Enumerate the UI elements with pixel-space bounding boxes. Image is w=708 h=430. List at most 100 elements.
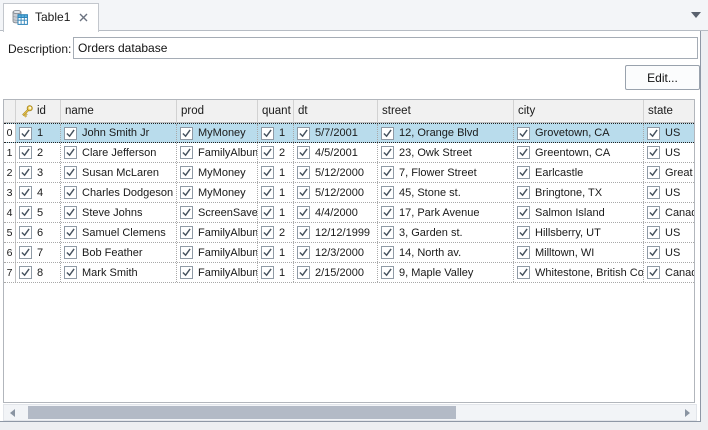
- cell-prod[interactable]: FamilyAlbum: [177, 143, 258, 162]
- table-row[interactable]: 78Mark SmithFamilyAlbum12/15/20009, Mapl…: [4, 263, 694, 283]
- cell-street[interactable]: 12, Orange Blvd: [378, 124, 514, 142]
- cell-checkbox[interactable]: [64, 226, 77, 239]
- cell-street[interactable]: 3, Garden st.: [378, 223, 514, 242]
- cell-checkbox[interactable]: [180, 206, 193, 219]
- cell-id[interactable]: 6: [16, 223, 61, 242]
- cell-checkbox[interactable]: [180, 186, 193, 199]
- cell-checkbox[interactable]: [19, 166, 32, 179]
- cell-quant[interactable]: 1: [258, 203, 294, 222]
- cell-checkbox[interactable]: [297, 186, 310, 199]
- cell-checkbox[interactable]: [64, 127, 77, 140]
- row-number[interactable]: 1: [4, 143, 16, 162]
- row-number[interactable]: 5: [4, 223, 16, 242]
- cell-state[interactable]: US: [644, 143, 695, 162]
- cell-checkbox[interactable]: [647, 127, 660, 140]
- cell-dt[interactable]: 12/3/2000: [294, 243, 378, 262]
- row-number[interactable]: 2: [4, 163, 16, 182]
- cell-checkbox[interactable]: [297, 266, 310, 279]
- cell-checkbox[interactable]: [297, 206, 310, 219]
- cell-street[interactable]: 23, Owk Street: [378, 143, 514, 162]
- scroll-right-icon[interactable]: [685, 409, 690, 417]
- column-header-id[interactable]: id: [16, 100, 61, 123]
- cell-street[interactable]: 9, Maple Valley: [378, 263, 514, 282]
- table-row[interactable]: 23Susan McLarenMyMoney15/12/20007, Flowe…: [4, 163, 694, 183]
- cell-checkbox[interactable]: [261, 246, 274, 259]
- close-icon[interactable]: [78, 12, 89, 23]
- cell-checkbox[interactable]: [64, 206, 77, 219]
- cell-checkbox[interactable]: [19, 246, 32, 259]
- cell-checkbox[interactable]: [180, 246, 193, 259]
- cell-checkbox[interactable]: [19, 266, 32, 279]
- cell-checkbox[interactable]: [517, 146, 530, 159]
- cell-street[interactable]: 14, North av.: [378, 243, 514, 262]
- cell-id[interactable]: 3: [16, 163, 61, 182]
- cell-city[interactable]: Earlcastle: [514, 163, 644, 182]
- column-header-dt[interactable]: dt: [294, 100, 378, 123]
- cell-checkbox[interactable]: [381, 246, 394, 259]
- cell-city[interactable]: Milltown, WI: [514, 243, 644, 262]
- cell-quant[interactable]: 2: [258, 143, 294, 162]
- cell-state[interactable]: US: [644, 183, 695, 202]
- cell-quant[interactable]: 1: [258, 243, 294, 262]
- cell-checkbox[interactable]: [647, 246, 660, 259]
- scrollbar-thumb[interactable]: [28, 406, 456, 419]
- chevron-down-icon[interactable]: [691, 12, 701, 18]
- cell-dt[interactable]: 5/12/2000: [294, 163, 378, 182]
- cell-id[interactable]: 7: [16, 243, 61, 262]
- cell-checkbox[interactable]: [180, 127, 193, 140]
- tab-table1[interactable]: Table1: [3, 3, 99, 32]
- column-header-name[interactable]: name: [61, 100, 177, 123]
- cell-id[interactable]: 4: [16, 183, 61, 202]
- cell-quant[interactable]: 1: [258, 163, 294, 182]
- cell-city[interactable]: Greentown, CA: [514, 143, 644, 162]
- cell-checkbox[interactable]: [381, 186, 394, 199]
- cell-city[interactable]: Hillsberry, UT: [514, 223, 644, 242]
- cell-city[interactable]: Grovetown, CA: [514, 124, 644, 142]
- cell-checkbox[interactable]: [517, 266, 530, 279]
- cell-state[interactable]: US: [644, 223, 695, 242]
- cell-checkbox[interactable]: [261, 226, 274, 239]
- cell-state[interactable]: Great Britain: [644, 163, 695, 182]
- cell-checkbox[interactable]: [180, 166, 193, 179]
- cell-checkbox[interactable]: [297, 246, 310, 259]
- cell-prod[interactable]: MyMoney: [177, 183, 258, 202]
- cell-checkbox[interactable]: [180, 146, 193, 159]
- table-row[interactable]: 56Samuel ClemensFamilyAlbum212/12/19993,…: [4, 223, 694, 243]
- cell-checkbox[interactable]: [180, 226, 193, 239]
- row-number[interactable]: 7: [4, 263, 16, 282]
- cell-checkbox[interactable]: [64, 166, 77, 179]
- cell-city[interactable]: Whitestone, British Columbia: [514, 263, 644, 282]
- cell-checkbox[interactable]: [517, 186, 530, 199]
- row-number[interactable]: 6: [4, 243, 16, 262]
- cell-checkbox[interactable]: [517, 166, 530, 179]
- cell-prod[interactable]: FamilyAlbum: [177, 223, 258, 242]
- cell-id[interactable]: 5: [16, 203, 61, 222]
- cell-quant[interactable]: 1: [258, 124, 294, 142]
- table-row[interactable]: 45Steve JohnsScreenSaver14/4/200017, Par…: [4, 203, 694, 223]
- cell-checkbox[interactable]: [261, 186, 274, 199]
- cell-name[interactable]: Bob Feather: [61, 243, 177, 262]
- column-header-state[interactable]: state: [644, 100, 695, 123]
- cell-checkbox[interactable]: [297, 146, 310, 159]
- cell-checkbox[interactable]: [517, 226, 530, 239]
- cell-checkbox[interactable]: [261, 166, 274, 179]
- cell-city[interactable]: Bringtone, TX: [514, 183, 644, 202]
- cell-checkbox[interactable]: [261, 206, 274, 219]
- table-row[interactable]: 12Clare JeffersonFamilyAlbum24/5/200123,…: [4, 143, 694, 163]
- cell-checkbox[interactable]: [19, 186, 32, 199]
- cell-dt[interactable]: 5/7/2001: [294, 124, 378, 142]
- cell-state[interactable]: Canada: [644, 203, 695, 222]
- cell-dt[interactable]: 4/5/2001: [294, 143, 378, 162]
- cell-checkbox[interactable]: [19, 206, 32, 219]
- cell-name[interactable]: Charles Dodgeson: [61, 183, 177, 202]
- cell-prod[interactable]: MyMoney: [177, 124, 258, 142]
- cell-name[interactable]: Susan McLaren: [61, 163, 177, 182]
- cell-checkbox[interactable]: [297, 127, 310, 140]
- cell-checkbox[interactable]: [19, 127, 32, 140]
- cell-quant[interactable]: 2: [258, 223, 294, 242]
- cell-id[interactable]: 2: [16, 143, 61, 162]
- cell-dt[interactable]: 5/12/2000: [294, 183, 378, 202]
- cell-checkbox[interactable]: [64, 246, 77, 259]
- cell-checkbox[interactable]: [381, 146, 394, 159]
- cell-city[interactable]: Salmon Island: [514, 203, 644, 222]
